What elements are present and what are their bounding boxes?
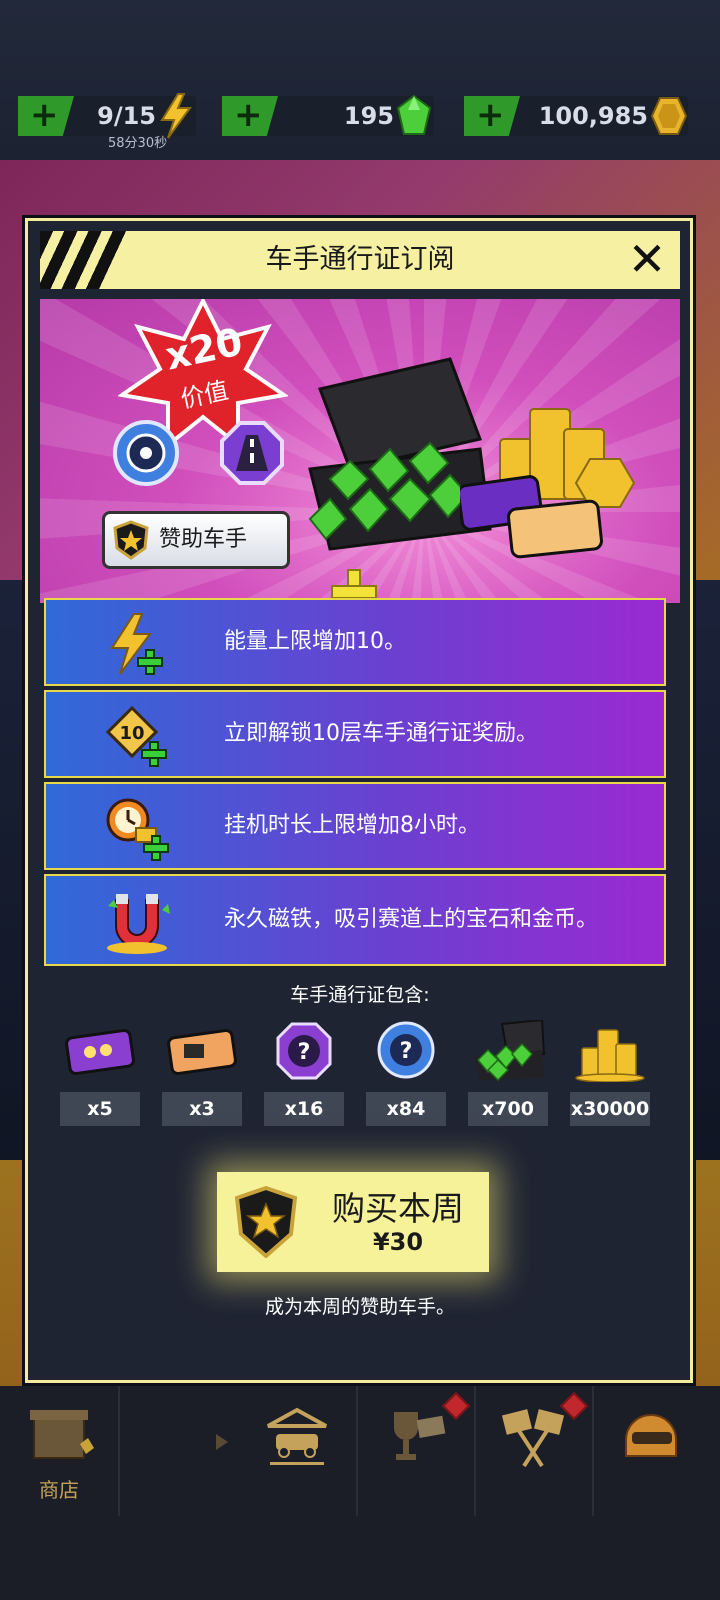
sponsor-shield-icon [113,520,149,560]
nav-trophy[interactable] [356,1386,476,1516]
included-item: x5 [60,1020,140,1126]
gold-coin-icon [650,97,688,135]
feature-row: 10 立即解锁10层车手通行证奖励。 [44,690,666,778]
garage-car-icon [267,1407,327,1465]
nav-arrow-icon [216,1434,228,1450]
coin-pile-icon [575,1029,645,1082]
nav-garage[interactable] [238,1386,358,1516]
svg-text:10: 10 [119,723,144,744]
mystery-blue-icon: ? [377,1021,435,1079]
green-gem-icon [396,94,432,135]
add-energy-button[interactable]: + [18,96,74,136]
feature-text: 能量上限增加10。 [224,629,406,654]
item-quantity: x5 [60,1092,140,1126]
nav-profile[interactable] [592,1386,710,1516]
tire-token-icon [113,420,179,486]
included-item: x700 [468,1020,548,1126]
gem-counter: + 195 [222,94,434,136]
turbo-card-icon [65,1028,135,1076]
sponsor-label: 赞助车手 [159,527,248,552]
add-coins-button[interactable]: + [464,96,520,136]
gem-chest-icon [474,1020,546,1082]
shop-icon [30,1410,94,1459]
feature-text: 立即解锁10层车手通行证奖励。 [224,721,538,746]
feature-row: 能量上限增加10。 [44,598,666,686]
add-gems-button[interactable]: + [222,96,278,136]
feature-text: 永久磁铁，吸引赛道上的宝石和金币。 [224,907,599,932]
upgrade-cards-image [460,475,603,559]
nav-shop[interactable]: 商店 [0,1386,120,1516]
feature-row: 挂机时长上限增加8小时。 [44,782,666,870]
gem-value: 195 [343,102,394,130]
nav-shop-label: 商店 [39,1478,79,1502]
engine-card-icon [167,1028,237,1076]
nav-race[interactable] [474,1386,594,1516]
modal-header: 车手通行证订阅 ✕ [40,231,680,289]
mystery-purple-icon: ? [276,1022,332,1080]
lightning-icon [160,93,192,139]
includes-title: 车手通行证包含: [290,984,430,1006]
energy-value: 9/15 [97,102,156,130]
item-quantity: x3 [162,1092,242,1126]
sponsor-shield-icon [234,1186,298,1258]
svg-text:?: ? [400,1039,413,1064]
reward-banner: x20 价值 赞助车手 [40,299,680,603]
sponsor-driver-plate: 赞助车手 [102,511,290,569]
modal-title: 车手通行证订阅 [265,244,455,275]
included-item: ? x84 [366,1020,446,1126]
helmet-icon [625,1414,677,1457]
bottom-navigation: 商店 [0,1386,720,1600]
buy-label: 购买本周 [332,1189,464,1228]
included-item: x30000 [570,1020,650,1126]
unlock-10-tiers-icon: 10 [105,705,167,767]
lightning-plus-icon [110,613,163,675]
feature-text: 挂机时长上限增加8小时。 [224,813,480,838]
checkered-flags-icon [501,1409,565,1468]
coin-counter: + 100,985 [464,96,688,136]
item-quantity: x16 [264,1092,344,1126]
energy-counter: + 9/15 58分30秒 [18,93,196,151]
trophy-flag-icon [394,1412,446,1460]
item-quantity: x700 [468,1092,548,1126]
included-item: x3 [162,1020,242,1126]
road-token-icon [220,421,284,485]
feature-row: 永久磁铁，吸引赛道上的宝石和金币。 [44,874,666,966]
item-quantity: x30000 [570,1092,650,1126]
item-quantity: x84 [366,1092,446,1126]
included-item: ? x16 [264,1020,344,1126]
magnet-icon [107,894,170,954]
buy-subtitle: 成为本周的赞助车手。 [264,1296,455,1318]
included-items: x5 x3 ? x16 ? x84 x700 x30000 [40,1020,680,1126]
buy-price: ¥30 [372,1228,424,1256]
coin-value: 100,985 [538,102,648,130]
idle-timer-plus-icon [106,798,169,861]
buy-this-week-button[interactable]: 购买本周 ¥30 [217,1172,489,1272]
close-button[interactable]: ✕ [622,235,672,285]
svg-text:?: ? [298,1040,311,1065]
